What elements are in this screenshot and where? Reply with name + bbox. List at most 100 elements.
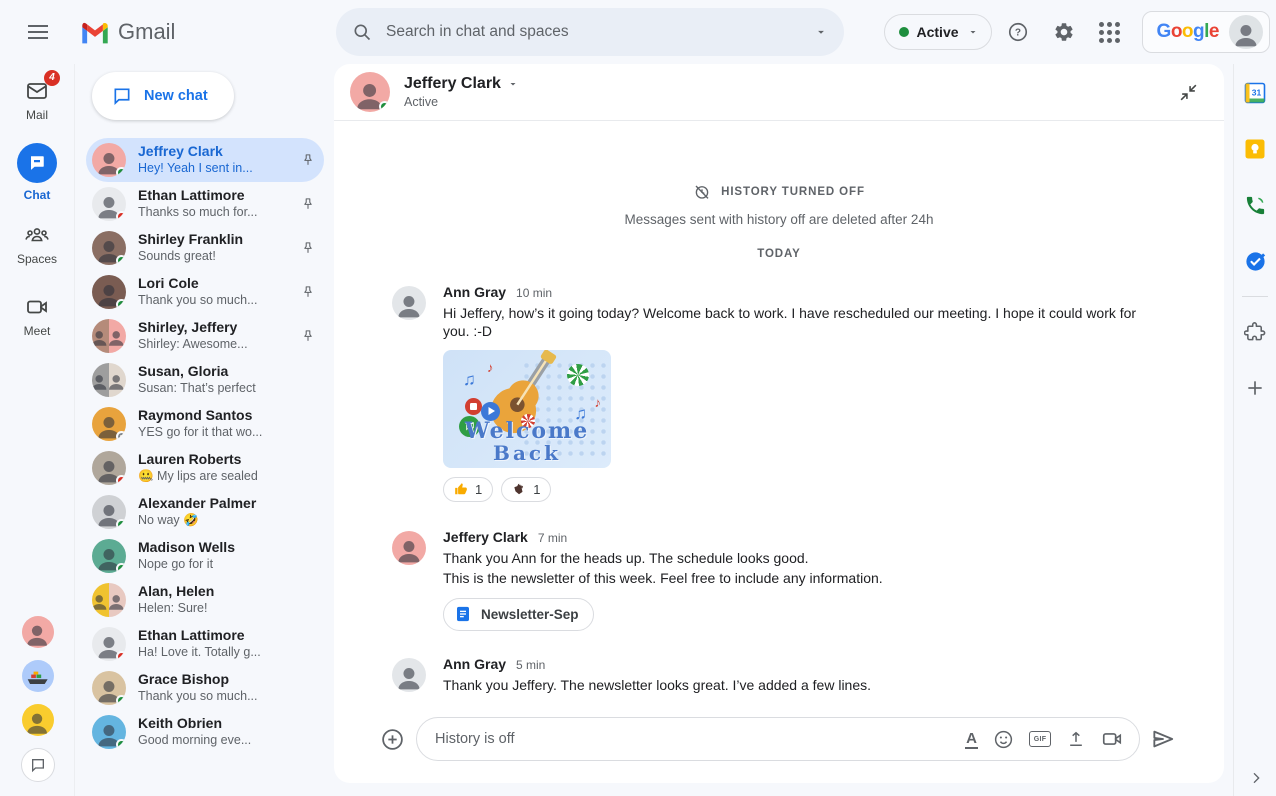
gif-button[interactable]: GIF xyxy=(1029,731,1051,747)
settings-button[interactable] xyxy=(1044,12,1084,52)
new-chat-button[interactable]: New chat xyxy=(92,72,234,120)
svg-text:31: 31 xyxy=(1252,88,1262,98)
docs-file-icon xyxy=(454,605,472,623)
reaction-clapping-hands[interactable]: 1 xyxy=(501,477,551,502)
sidebar-item-meet[interactable]: Meet xyxy=(0,280,75,352)
group-avatar xyxy=(92,319,126,353)
chat-preview: Thank you so much... xyxy=(138,689,296,705)
conversation-avatar xyxy=(350,72,390,112)
help-button[interactable]: ? xyxy=(998,12,1038,52)
gear-icon xyxy=(1053,21,1075,43)
chat-list-item-madison-wells[interactable]: Madison WellsNope go for it xyxy=(86,534,324,578)
chat-list-item-alan-helen[interactable]: Alan, HelenHelen: Sure! xyxy=(86,578,324,622)
chat-name: Keith Obrien xyxy=(138,715,296,733)
recent-contact-avatar[interactable] xyxy=(22,616,54,648)
sidebar-item-mail[interactable]: 4 Mail xyxy=(0,64,75,136)
chat-list-item-lori-cole[interactable]: Lori ColeThank you so much... xyxy=(86,270,324,314)
voice-button[interactable] xyxy=(1242,192,1268,218)
history-off-notice: HISTORY TURNED OFF Messages sent with hi… xyxy=(334,183,1224,227)
chat-name: Alan, Helen xyxy=(138,583,296,601)
recent-contact-avatar-ship[interactable] xyxy=(22,660,54,692)
recent-contact-avatar-yellow[interactable] xyxy=(22,704,54,736)
chat-name: Jeffrey Clark xyxy=(138,143,296,161)
google-apps-button[interactable] xyxy=(1090,12,1130,52)
chat-list-item-shirley-franklin[interactable]: Shirley FranklinSounds great! xyxy=(86,226,324,270)
collapse-chat-button[interactable] xyxy=(1168,72,1208,112)
message-composer: History is off A GIF xyxy=(334,717,1224,761)
tasks-button[interactable] xyxy=(1242,248,1268,274)
keep-icon xyxy=(1243,137,1267,161)
upload-icon xyxy=(1066,729,1086,749)
attachment-newsletter-sep[interactable]: Newsletter-Sep xyxy=(443,598,594,631)
reaction-thumbs-up[interactable]: 1 xyxy=(443,477,493,502)
reaction-count: 1 xyxy=(533,482,540,497)
emoji-button[interactable] xyxy=(993,729,1014,750)
welcome-back-image[interactable]: ♫ ♪ ♫ ♪ Welcome Back xyxy=(443,350,611,468)
chat-list-item-shirley-jeffery[interactable]: Shirley, JefferyShirley: Awesome... xyxy=(86,314,324,358)
format-text-icon: A xyxy=(965,730,978,749)
chat-list-item-raymond-santos[interactable]: Raymond SantosYES go for it that wo... xyxy=(86,402,324,446)
status-dot-dnd xyxy=(116,651,126,661)
search-options-arrow-icon[interactable] xyxy=(814,25,828,39)
chat-list-item-grace-bishop[interactable]: Grace BishopThank you so much... xyxy=(86,666,324,710)
chat-name: Grace Bishop xyxy=(138,671,296,689)
status-selector[interactable]: Active xyxy=(884,14,992,50)
history-notice-body: Messages sent with history off are delet… xyxy=(334,212,1224,227)
chat-list: Jeffrey ClarkHey! Yeah I sent in... Etha… xyxy=(76,138,334,754)
nav-rail: 4 Mail Chat Spaces Meet xyxy=(0,64,75,796)
chat-preview: YES go for it that wo... xyxy=(138,425,296,441)
calendar-button[interactable]: 31 xyxy=(1242,80,1268,106)
sender-avatar xyxy=(392,286,426,320)
account-avatar[interactable] xyxy=(1229,15,1263,49)
chat-list-item-keith-obrien[interactable]: Keith ObrienGood morning eve... xyxy=(86,710,324,754)
pin-icon xyxy=(300,240,316,256)
google-account-chip[interactable]: Google xyxy=(1142,11,1270,53)
chat-list-item-ethan-lattimore-2[interactable]: Ethan LattimoreHa! Love it. Totally g... xyxy=(86,622,324,666)
upload-button[interactable] xyxy=(1066,729,1086,749)
send-button[interactable] xyxy=(1150,726,1176,752)
status-dot-active xyxy=(116,739,126,749)
keep-button[interactable] xyxy=(1242,136,1268,162)
voice-phone-icon xyxy=(1244,194,1267,217)
add-panel-button[interactable] xyxy=(1242,375,1268,401)
avatar xyxy=(92,451,126,485)
search-icon xyxy=(352,22,372,42)
plus-icon xyxy=(1245,378,1265,398)
hamburger-menu-icon[interactable] xyxy=(14,8,62,56)
expand-side-panel-button[interactable] xyxy=(1248,770,1264,786)
chat-list-item-lauren-roberts[interactable]: Lauren Roberts🤐 My lips are sealed xyxy=(86,446,324,490)
sidebar-item-spaces[interactable]: Spaces xyxy=(0,208,75,280)
gmail-m-icon xyxy=(80,21,110,44)
puzzle-icon xyxy=(1244,321,1266,343)
get-addons-button[interactable] xyxy=(1242,319,1268,345)
status-dot-active xyxy=(116,299,126,309)
chat-list-item-ethan-lattimore[interactable]: Ethan LattimoreThanks so much for... xyxy=(86,182,324,226)
message-input[interactable]: History is off A GIF xyxy=(416,717,1140,761)
sender-avatar xyxy=(392,658,426,692)
chat-bubble-outline-icon xyxy=(30,757,46,773)
avatar xyxy=(92,187,126,221)
search-bar[interactable]: Search in chat and spaces xyxy=(336,8,844,56)
chat-name: Ethan Lattimore xyxy=(138,187,296,205)
group-avatar xyxy=(92,363,126,397)
message-text: Thank you Ann for the heads up. The sche… xyxy=(443,549,883,567)
chat-list-item-jeffrey-clark[interactable]: Jeffrey ClarkHey! Yeah I sent in... xyxy=(86,138,324,182)
message-text: Hi Jeffery, how’s it going today? Welcom… xyxy=(443,304,1153,341)
spaces-label: Spaces xyxy=(17,252,57,266)
video-message-button[interactable] xyxy=(1101,728,1123,750)
gmail-logo: Gmail xyxy=(80,19,175,45)
sidebar-item-chat[interactable]: Chat xyxy=(0,136,75,208)
chat-list-item-alexander-palmer[interactable]: Alexander PalmerNo way 🤣 xyxy=(86,490,324,534)
chat-list-item-susan-gloria[interactable]: Susan, GloriaSusan: That’s perfect xyxy=(86,358,324,402)
chat-preview: Shirley: Awesome... xyxy=(138,337,296,353)
format-text-button[interactable]: A xyxy=(965,731,978,747)
pin-icon xyxy=(300,328,316,344)
status-label: Active xyxy=(917,24,959,40)
plus-circle-icon xyxy=(380,727,405,752)
send-icon xyxy=(1150,726,1176,752)
add-content-button[interactable] xyxy=(380,727,405,752)
open-chat-bubble-button[interactable] xyxy=(21,748,55,782)
chat-preview: Nope go for it xyxy=(138,557,296,573)
chevron-down-icon[interactable] xyxy=(507,78,519,90)
chat-preview: Thank you so much... xyxy=(138,293,296,309)
